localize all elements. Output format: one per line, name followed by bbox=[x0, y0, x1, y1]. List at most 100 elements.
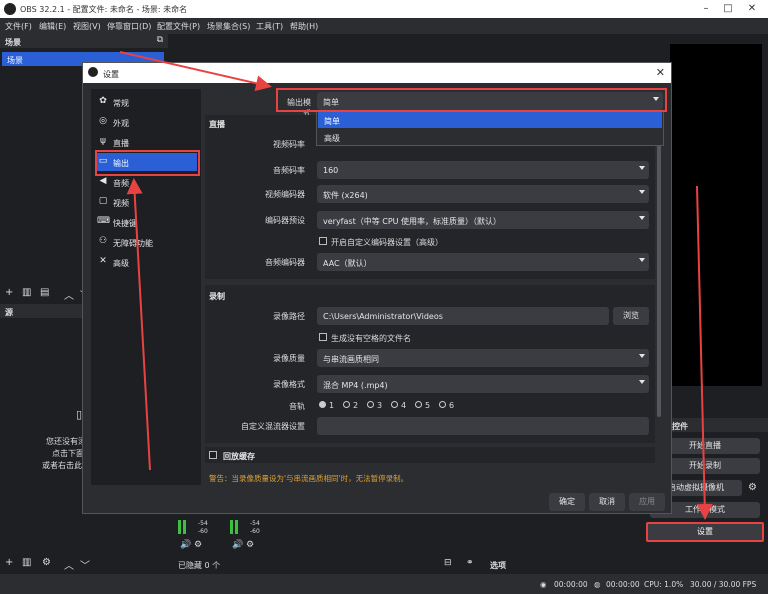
hidden-count: 已隐藏 0 个 bbox=[178, 561, 221, 570]
recording-path-input[interactable]: C:\Users\Administrator\Videos bbox=[317, 307, 609, 325]
remove-scene-icon[interactable]: ▥ bbox=[22, 287, 31, 298]
annotation-box-output-nav bbox=[95, 150, 200, 176]
track-radio[interactable] bbox=[367, 401, 374, 408]
speaker-icon[interactable]: 🔊 bbox=[180, 540, 191, 550]
obs-logo-icon bbox=[88, 67, 98, 77]
options-menu[interactable]: 选项 bbox=[490, 560, 506, 571]
apply-button[interactable]: 应用 bbox=[629, 493, 665, 511]
minimize-icon[interactable]: – bbox=[696, 2, 716, 16]
menu-tools[interactable]: 工具(T) bbox=[256, 21, 283, 32]
track-radio[interactable] bbox=[439, 401, 446, 408]
move-up-icon[interactable]: ︿ bbox=[64, 557, 74, 572]
nav-item-hotkeys[interactable]: ⌨ 快捷键 bbox=[95, 213, 197, 231]
output-mode-option-advanced[interactable]: 高级 bbox=[318, 129, 662, 145]
output-mode-dropdown: 简单 高级 bbox=[316, 110, 664, 146]
antenna-icon: ψ bbox=[100, 136, 106, 146]
replay-buffer-checkbox[interactable] bbox=[209, 451, 217, 459]
nav-item-appearance[interactable]: ◎ 外观 bbox=[95, 113, 197, 131]
scrollbar[interactable] bbox=[657, 117, 661, 417]
audio-encoder-label: 音频编码器 bbox=[265, 258, 305, 267]
status-bar: ◉ 00:00:00 ◍ 00:00:00 CPU: 1.0% 30.00 / … bbox=[0, 574, 768, 594]
output-mode-option-simple[interactable]: 简单 bbox=[318, 112, 662, 128]
close-icon[interactable]: ✕ bbox=[742, 2, 762, 16]
browse-button[interactable]: 浏览 bbox=[613, 307, 649, 325]
filter-icon[interactable]: ▤ bbox=[40, 287, 49, 298]
close-icon[interactable]: ✕ bbox=[656, 66, 665, 79]
layout-icon[interactable]: ⊟ bbox=[444, 558, 452, 568]
preview-canvas[interactable] bbox=[670, 44, 762, 386]
fps: 30.00 / 30.00 FPS bbox=[690, 580, 757, 589]
audio-bitrate-label: 音频码率 bbox=[273, 166, 305, 175]
window-titlebar: OBS 32.2.1 - 配置文件: 未命名 - 场景: 未命名 – □ ✕ bbox=[0, 0, 768, 18]
move-up-icon[interactable]: ︿ bbox=[64, 287, 74, 302]
link-icon[interactable]: ⚭ bbox=[466, 558, 474, 568]
video-bitrate-label: 视频码率 bbox=[273, 140, 305, 149]
gear-icon[interactable]: ⚙ bbox=[194, 540, 202, 550]
undock-icon[interactable]: ⧉ bbox=[157, 35, 163, 45]
encoder-preset-label: 编码器预设 bbox=[265, 216, 305, 225]
menu-scene-collection[interactable]: 场景集合(S) bbox=[207, 21, 250, 32]
video-encoder-select[interactable]: 软件 (x264) bbox=[317, 185, 649, 203]
track-radio[interactable] bbox=[415, 401, 422, 408]
dialog-title: 设置 bbox=[103, 70, 119, 79]
warning-text: 警告：当录像质量设为'与串流画质相同'时，无法暂停录制。 bbox=[209, 474, 409, 483]
muxer-settings-input[interactable] bbox=[317, 417, 649, 435]
tracks-label: 音轨 bbox=[289, 402, 305, 411]
dialog-titlebar: 设置 ✕ bbox=[83, 63, 671, 83]
menu-view[interactable]: 视图(V) bbox=[73, 21, 101, 32]
cancel-button[interactable]: 取消 bbox=[589, 493, 625, 511]
gear-icon[interactable]: ⚙ bbox=[246, 540, 254, 550]
sources-empty-line: 您还没有添 bbox=[46, 437, 86, 446]
stream-time: 00:00:00 bbox=[554, 580, 588, 589]
rec-status-icon: ◍ bbox=[594, 580, 601, 589]
track-radio[interactable] bbox=[343, 401, 350, 408]
encoder-preset-select[interactable]: veryfast（中等 CPU 使用率，标准质量）（默认） bbox=[317, 211, 649, 229]
source-properties-icon[interactable]: ⚙ bbox=[42, 557, 51, 568]
obs-logo-icon bbox=[4, 3, 16, 15]
ok-button[interactable]: 确定 bbox=[549, 493, 585, 511]
nav-item-general[interactable]: ✿ 常规 bbox=[95, 93, 197, 111]
settings-nav: ✿ 常规 ◎ 外观 ψ 直播 ▭ 输出 ◀ 音频 ▢ 视频 ⌨ 快捷键 ⚇ 无障碍功能 ✕ 高级 bbox=[91, 89, 201, 485]
add-scene-icon[interactable]: + bbox=[5, 287, 13, 298]
nav-item-accessibility[interactable]: ⚇ 无障碍功能 bbox=[95, 233, 197, 251]
tools-icon: ✕ bbox=[99, 256, 107, 266]
recording-format-select[interactable]: 混合 MP4 (.mp4) bbox=[317, 375, 649, 393]
audio-bitrate-select[interactable]: 160 bbox=[317, 161, 649, 179]
menu-profile[interactable]: 配置文件(P) bbox=[157, 21, 200, 32]
gear-icon: ✿ bbox=[99, 96, 107, 106]
add-source-icon[interactable]: + bbox=[5, 557, 13, 568]
recording-quality-label: 录像质量 bbox=[273, 354, 305, 363]
settings-button[interactable]: 设置 bbox=[646, 522, 764, 542]
scenes-header: 场景 ⧉ bbox=[0, 34, 168, 48]
no-space-filename-checkbox[interactable] bbox=[319, 333, 327, 341]
move-down-icon[interactable]: ﹀ bbox=[80, 557, 90, 572]
menu-docks[interactable]: 停靠窗口(D) bbox=[107, 21, 151, 32]
recording-section-header: 录制 bbox=[209, 292, 225, 301]
video-encoder-label: 视频编码器 bbox=[265, 190, 305, 199]
replay-buffer-header: 回放缓存 bbox=[223, 452, 255, 461]
sources-header: 源 bbox=[0, 304, 86, 318]
virtual-camera-settings-icon[interactable]: ⚙ bbox=[748, 482, 757, 493]
audio-mixer: -54 -60 🔊 ⚙ -54 -60 🔊 ⚙ 已隐藏 0 个 ⊟ ⚭ 选项 bbox=[168, 516, 528, 574]
remove-source-icon[interactable]: ▥ bbox=[22, 557, 31, 568]
track-radio[interactable] bbox=[319, 401, 326, 408]
recording-quality-select[interactable]: 与串流画质相同 bbox=[317, 349, 649, 367]
menu-bar: 文件(F) 编辑(E) 视图(V) 停靠窗口(D) 配置文件(P) 场景集合(S… bbox=[0, 18, 768, 34]
meter-label: -54 bbox=[250, 520, 260, 527]
menu-file[interactable]: 文件(F) bbox=[5, 21, 32, 32]
track-radio[interactable] bbox=[391, 401, 398, 408]
custom-encoder-checkbox[interactable] bbox=[319, 237, 327, 245]
sources-panel: 源 ▯ 您还没有添 点击下面 或者右击此 bbox=[0, 304, 86, 554]
keyboard-icon: ⌨ bbox=[97, 216, 110, 226]
settings-content: 输出模式 简单 直播 视频码率 音频码率 160 视频编码器 软件 (x264)… bbox=[205, 89, 663, 485]
nav-item-stream[interactable]: ψ 直播 bbox=[95, 133, 197, 151]
nav-item-advanced[interactable]: ✕ 高级 bbox=[95, 253, 197, 271]
nav-item-video[interactable]: ▢ 视频 bbox=[95, 193, 197, 211]
menu-help[interactable]: 帮助(H) bbox=[290, 21, 318, 32]
speaker-icon[interactable]: 🔊 bbox=[232, 540, 243, 550]
audio-encoder-select[interactable]: AAC（默认） bbox=[317, 253, 649, 271]
menu-edit[interactable]: 编辑(E) bbox=[39, 21, 66, 32]
meter-label: -60 bbox=[198, 528, 208, 535]
accessibility-icon: ⚇ bbox=[98, 236, 108, 246]
maximize-icon[interactable]: □ bbox=[718, 2, 738, 16]
